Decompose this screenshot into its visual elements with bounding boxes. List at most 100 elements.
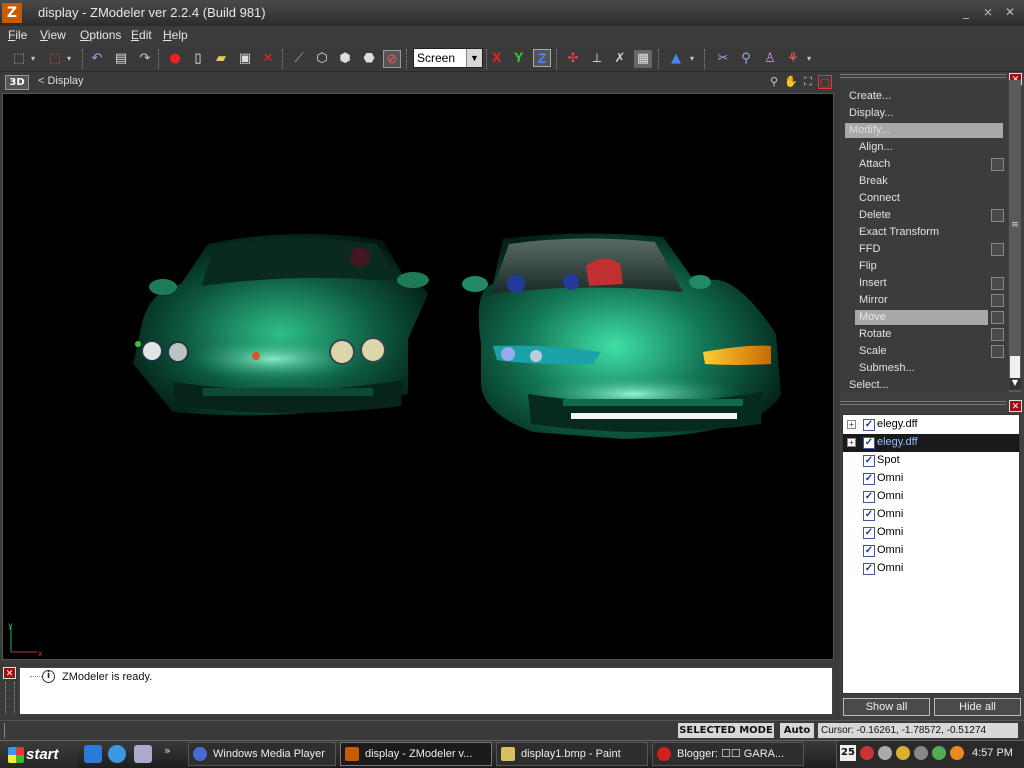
list-item[interactable]: + ✓ elegy.dff (843, 416, 1019, 434)
scrollbar-thumb[interactable] (1010, 356, 1020, 378)
visibility-checkbox[interactable]: ✓ (863, 509, 875, 521)
object-mode-icon[interactable]: ⬢ (336, 50, 354, 68)
command-panel-grip[interactable] (840, 74, 1006, 78)
deselect-dropdown-icon[interactable]: ▾ (64, 50, 74, 68)
task-opera-blogger[interactable]: Blogger: ☐☐ GARA... (652, 742, 804, 766)
tray-volume-icon[interactable] (914, 746, 928, 760)
select-dropdown-icon[interactable]: ▾ (28, 50, 38, 68)
command-mirror[interactable]: Mirror (859, 294, 888, 306)
tray-update-icon[interactable] (950, 746, 964, 760)
view-mode-badge[interactable]: 3D (5, 75, 29, 90)
coordinate-space-select[interactable]: Screen ▼ (413, 48, 483, 68)
command-panel-scrollbar[interactable]: ≡ ▼ (1009, 80, 1021, 392)
axis-x-toggle[interactable]: X (492, 49, 501, 65)
record-icon[interactable]: ● (166, 50, 184, 68)
visibility-checkbox[interactable]: ✓ (863, 419, 875, 431)
deselect-tool-icon[interactable]: ⬚ (46, 50, 64, 68)
expand-icon[interactable]: + (847, 438, 856, 447)
command-rotate[interactable]: Rotate (859, 328, 891, 340)
command-create[interactable]: Create... (849, 90, 891, 102)
task-paint[interactable]: display1.bmp - Paint (496, 742, 648, 766)
vertex-mode-icon[interactable]: ⟋ (290, 50, 308, 68)
command-attach-options[interactable] (991, 158, 1004, 171)
command-connect[interactable]: Connect (859, 192, 900, 204)
axis-tool-icon[interactable]: ⟂ (588, 50, 606, 68)
show-desktop-icon[interactable] (134, 745, 152, 763)
list-item[interactable]: ✓ Omni (843, 488, 1019, 506)
task-zmodeler[interactable]: display - ZModeler v... (340, 742, 492, 766)
open-folder-icon[interactable]: ▰ (212, 50, 230, 68)
command-move-options[interactable] (991, 311, 1004, 324)
command-ffd[interactable]: FFD (859, 243, 880, 255)
command-submesh[interactable]: Submesh... (859, 362, 915, 374)
scroll-down-icon[interactable]: ▼ (1009, 378, 1021, 390)
command-scale[interactable]: Scale (859, 345, 887, 357)
link-tool-icon[interactable]: ⚲ (737, 50, 755, 68)
expand-icon[interactable]: + (847, 420, 856, 429)
taskbar-clock[interactable]: 4:57 PM (972, 747, 1013, 759)
viewport-title[interactable]: < Display (38, 75, 84, 87)
select-tool-icon[interactable]: ⬚ (10, 50, 28, 68)
bone-tool-icon[interactable]: ✂ (714, 50, 732, 68)
visibility-checkbox[interactable]: ✓ (863, 437, 875, 449)
command-scale-options[interactable] (991, 345, 1004, 358)
zoom-icon[interactable]: ⚲ (767, 75, 781, 89)
list-item[interactable]: ✓ Spot (843, 452, 1019, 470)
menu-options[interactable]: Options (80, 28, 121, 42)
selected-mode-indicator[interactable]: SELECTED MODE (678, 723, 774, 738)
command-select[interactable]: Select... (849, 379, 889, 391)
visibility-checkbox[interactable]: ✓ (863, 527, 875, 539)
visibility-checkbox[interactable]: ✓ (863, 545, 875, 557)
save-icon[interactable]: ▣ (236, 50, 254, 68)
axis-z-toggle[interactable]: Z (533, 49, 551, 67)
list-item[interactable]: ✓ Omni (843, 470, 1019, 488)
chevron-down-icon[interactable]: ▼ (466, 49, 482, 67)
new-file-icon[interactable]: ▯ (189, 50, 207, 68)
tray-network-icon[interactable] (896, 746, 910, 760)
command-flip[interactable]: Flip (859, 260, 877, 272)
maximize-viewport-icon[interactable]: ▢ (818, 75, 832, 89)
tray-security-icon[interactable] (932, 746, 946, 760)
pick-tool-icon[interactable]: ✣ (564, 50, 582, 68)
quicklaunch-more-icon[interactable]: » (164, 744, 171, 757)
command-attach[interactable]: Attach (859, 158, 890, 170)
redo-icon[interactable]: ↷ (136, 50, 154, 68)
log-panel-grip[interactable] (5, 682, 15, 714)
list-item[interactable]: ✓ Omni (843, 542, 1019, 560)
hide-all-button[interactable]: Hide all (934, 698, 1021, 716)
3d-viewport[interactable]: y x (2, 93, 834, 660)
undo-icon[interactable]: ↶ (88, 50, 106, 68)
internet-explorer-icon[interactable] (84, 745, 102, 763)
command-display[interactable]: Display... (849, 107, 893, 119)
cross-tool-icon[interactable]: ✗ (611, 50, 629, 68)
render-icon[interactable]: ▲ (667, 50, 685, 68)
command-exact-transform[interactable]: Exact Transform (859, 226, 939, 238)
calendar-icon[interactable]: 25 (840, 745, 856, 761)
command-modify[interactable]: Modify... (849, 124, 890, 136)
command-break[interactable]: Break (859, 175, 888, 187)
visibility-checkbox[interactable]: ✓ (863, 563, 875, 575)
menu-edit[interactable]: Edit (131, 28, 152, 42)
command-ffd-options[interactable] (991, 243, 1004, 256)
tray-settings-icon[interactable] (878, 746, 892, 760)
messenger-icon[interactable] (108, 745, 126, 763)
zmodeler-app-icon[interactable]: Z (2, 3, 22, 23)
command-mirror-options[interactable] (991, 294, 1004, 307)
fit-view-icon[interactable]: ⛶ (801, 75, 815, 89)
minimize-icon[interactable]: _ (958, 4, 974, 20)
tray-app-icon[interactable] (860, 746, 874, 760)
hierarchy-dropdown-icon[interactable]: ▾ (804, 50, 814, 68)
command-move[interactable]: Move (859, 311, 886, 323)
objects-panel-close-icon[interactable]: ✕ (1009, 400, 1022, 412)
objects-panel-grip[interactable] (840, 401, 1006, 405)
list-item[interactable]: ✓ Omni (843, 506, 1019, 524)
menu-help[interactable]: Help (163, 28, 188, 42)
dummy-tool-icon[interactable]: ♙ (761, 50, 779, 68)
mesh-mode-icon[interactable]: ⬣ (360, 50, 378, 68)
hierarchy-tool-icon[interactable]: ⚘ (784, 50, 802, 68)
command-insert[interactable]: Insert (859, 277, 887, 289)
close-icon[interactable]: ✕ (1002, 4, 1018, 20)
command-align[interactable]: Align... (859, 141, 893, 153)
list-item[interactable]: ✓ Omni (843, 524, 1019, 542)
axis-y-toggle[interactable]: Y (514, 49, 523, 65)
